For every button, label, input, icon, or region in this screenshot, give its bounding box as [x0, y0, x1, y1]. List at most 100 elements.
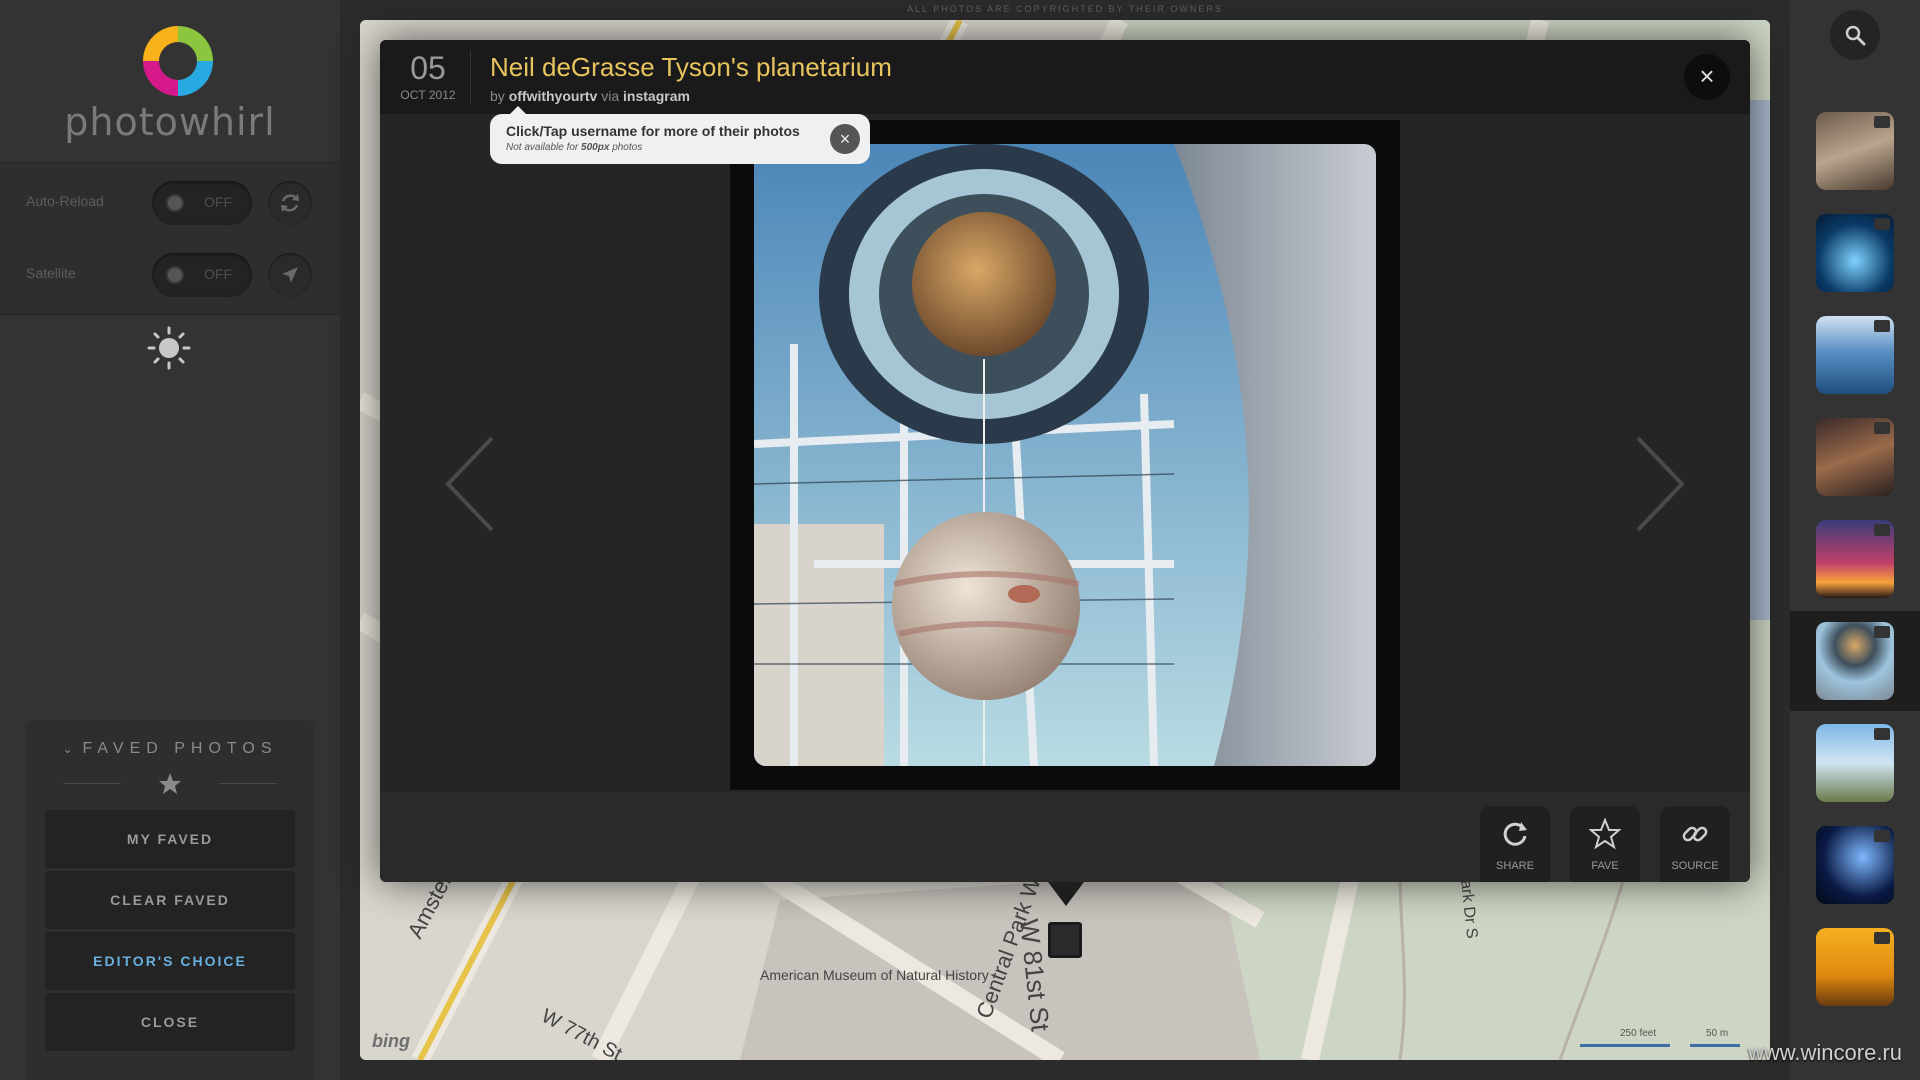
share-icon	[1503, 822, 1527, 846]
thumbnail[interactable]	[1816, 112, 1894, 190]
logo-text: photowhirl	[64, 100, 276, 144]
watermark: www.wincore.ru	[1747, 1040, 1902, 1065]
auto-reload-row: Auto-Reload OFF	[0, 171, 340, 231]
satellite-state: OFF	[204, 266, 232, 282]
thumbnail[interactable]	[1816, 928, 1894, 1006]
thumbnail[interactable]	[1816, 214, 1894, 292]
close-faved-button[interactable]: CLOSE	[45, 993, 295, 1051]
camera-icon	[1874, 116, 1890, 128]
map-scale: 250 feet 50 m	[1580, 1028, 1740, 1050]
thumbnail[interactable]	[1816, 418, 1894, 496]
tooltip-sub-suffix: photos	[612, 142, 643, 153]
satellite-toggle[interactable]: OFF	[152, 253, 252, 297]
username-link[interactable]: offwithyourtv	[509, 88, 598, 104]
camera-icon	[1874, 320, 1890, 332]
tooltip-sub-prefix: Not available for	[506, 142, 579, 153]
auto-reload-toggle[interactable]: OFF	[152, 181, 252, 225]
source-label: SOURCE	[1671, 860, 1719, 872]
left-sidebar: photowhirl Auto-Reload OFF Satellite OFF…	[0, 0, 340, 1080]
photo-attribution: by offwithyourtv via instagram	[490, 88, 690, 104]
my-faved-button[interactable]: MY FAVED	[45, 810, 295, 868]
app-root: photowhirl Auto-Reload OFF Satellite OFF…	[0, 0, 1920, 1080]
header-separator	[470, 50, 471, 104]
camera-icon	[1874, 932, 1890, 944]
thumbnail[interactable]	[1816, 520, 1894, 598]
camera-icon	[1874, 830, 1890, 842]
satellite-label: Satellite	[26, 265, 76, 281]
tooltip-main-text: Click/Tap username for more of their pho…	[506, 123, 800, 139]
search-icon	[1845, 25, 1866, 46]
thumbnail-active[interactable]	[1816, 622, 1894, 700]
share-button[interactable]: SHARE	[1480, 806, 1550, 882]
link-icon	[1682, 826, 1708, 842]
lightbox-pointer	[1048, 882, 1084, 906]
clear-faved-button[interactable]: CLEAR FAVED	[45, 871, 295, 929]
satellite-row: Satellite OFF	[0, 243, 340, 303]
toggle-knob	[166, 194, 184, 212]
lightbox-header: 05 OCT 2012 Neil deGrasse Tyson's planet…	[380, 40, 1750, 114]
prev-arrow-icon[interactable]	[440, 434, 500, 534]
source-link[interactable]: instagram	[623, 88, 690, 104]
camera-icon	[1874, 626, 1890, 638]
divider-line	[219, 783, 277, 784]
map-label: American Museum of Natural History	[760, 967, 989, 983]
search-button[interactable]	[1830, 10, 1880, 60]
photo-lightbox: 05 OCT 2012 Neil deGrasse Tyson's planet…	[380, 40, 1750, 882]
sun-icon[interactable]	[147, 326, 191, 370]
faved-header[interactable]: ⌄ FAVED PHOTOS	[25, 740, 315, 758]
by-prefix: by	[490, 88, 505, 104]
lightbox-close-button[interactable]: ×	[1684, 54, 1730, 100]
reload-icon	[281, 194, 299, 212]
scale-feet: 250 feet	[1620, 1028, 1657, 1039]
planetarium-photo	[754, 144, 1376, 766]
faved-photos-panel: ⌄ FAVED PHOTOS MY FAVED CLEAR FAVED EDITO…	[25, 720, 315, 1080]
star-icon	[1589, 818, 1621, 850]
photo-month-year: OCT 2012	[400, 88, 456, 102]
photo-stage	[380, 114, 1750, 792]
map-photo-marker[interactable]	[1048, 922, 1082, 958]
right-thumbnail-strip	[1790, 0, 1920, 1080]
scale-line-feet	[1580, 1044, 1670, 1047]
via-text: via	[601, 88, 620, 104]
copyright-notice: ALL PHOTOS ARE COPYRIGHTED BY THEIR OWNE…	[907, 4, 1223, 14]
editors-choice-button[interactable]: EDITOR'S CHOICE	[45, 932, 295, 990]
camera-icon	[1874, 422, 1890, 434]
scale-meters: 50 m	[1706, 1028, 1729, 1039]
share-label: SHARE	[1496, 860, 1534, 872]
auto-reload-state: OFF	[204, 194, 232, 210]
toggle-knob	[166, 266, 184, 284]
camera-icon	[1874, 218, 1890, 230]
faved-divider	[63, 772, 277, 796]
camera-icon	[1874, 728, 1890, 740]
photo-title: Neil deGrasse Tyson's planetarium	[490, 52, 892, 82]
tooltip-sub-text: Not available for 500px photos	[506, 142, 642, 153]
star-icon	[159, 773, 181, 794]
camera-icon	[1874, 524, 1890, 536]
divider-line	[63, 783, 121, 784]
auto-reload-label: Auto-Reload	[26, 193, 104, 209]
location-arrow-icon	[282, 267, 298, 283]
thumbnail[interactable]	[1816, 826, 1894, 904]
photo-day: 05	[410, 50, 446, 86]
thumbnail[interactable]	[1816, 316, 1894, 394]
settings-panel: Auto-Reload OFF Satellite OFF	[0, 162, 340, 315]
chevron-down-icon: ⌄	[62, 742, 73, 756]
lightbox-footer: SHARE FAVE SOURCE	[380, 792, 1750, 882]
photowhirl-logo-icon	[143, 26, 213, 96]
tooltip-close-button[interactable]: ×	[830, 124, 860, 154]
photo-frame	[730, 120, 1400, 790]
scale-line-meters	[1690, 1044, 1740, 1047]
source-button[interactable]: SOURCE	[1660, 806, 1730, 882]
tooltip-sub-bold: 500px	[581, 142, 610, 153]
photo-image[interactable]	[754, 144, 1376, 766]
reload-button[interactable]	[268, 181, 312, 225]
username-tooltip: Click/Tap username for more of their pho…	[490, 106, 870, 164]
fave-label: FAVE	[1591, 860, 1619, 872]
logo[interactable]: photowhirl	[0, 0, 340, 160]
thumbnail[interactable]	[1816, 724, 1894, 802]
locate-button[interactable]	[268, 253, 312, 297]
fave-button[interactable]: FAVE	[1570, 806, 1640, 882]
next-arrow-icon[interactable]	[1630, 434, 1690, 534]
bing-logo: bing	[372, 1031, 410, 1051]
faved-title: FAVED PHOTOS	[82, 740, 278, 757]
